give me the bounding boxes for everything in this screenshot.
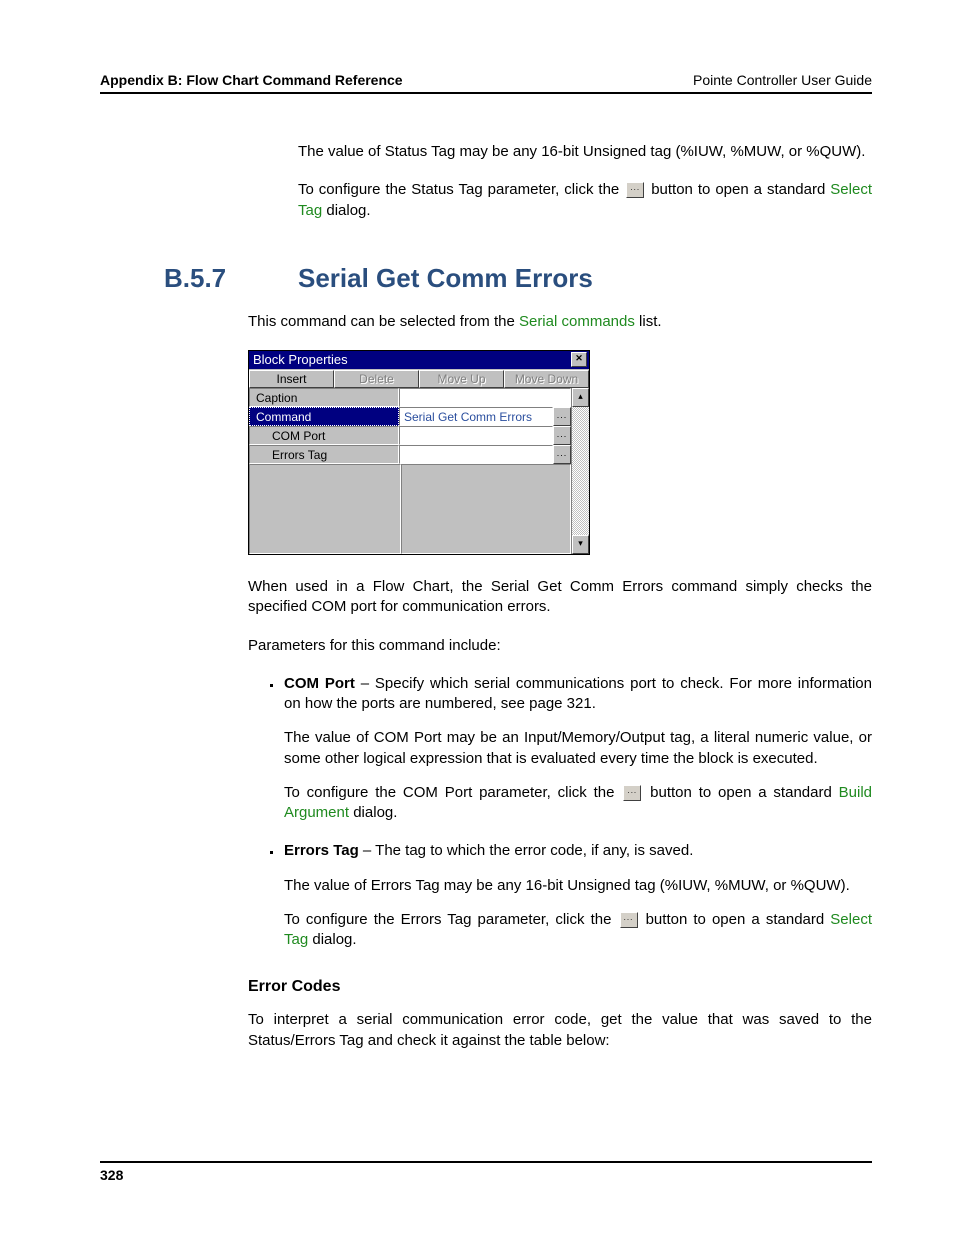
empty-right: [401, 464, 571, 554]
dialog-titlebar: Block Properties ✕: [249, 351, 589, 369]
scroll-up-button[interactable]: ▴: [572, 388, 589, 407]
errorstag-sub2: To configure the Errors Tag parameter, c…: [284, 910, 872, 951]
intro-para-1: The value of Status Tag may be any 16-bi…: [298, 142, 872, 162]
page-number: 328: [100, 1167, 123, 1183]
command-value[interactable]: Serial Get Comm Errors: [399, 407, 553, 426]
block-properties-dialog: Block Properties ✕ Insert Delete Move Up…: [248, 350, 590, 555]
error-codes-para: To interpret a serial communication erro…: [248, 1010, 872, 1051]
errorstag-sub1: The value of Errors Tag may be any 16-bi…: [284, 876, 872, 896]
parameters-intro: Parameters for this command include:: [248, 636, 872, 656]
intro-para-2: To configure the Status Tag parameter, c…: [298, 180, 872, 221]
header-left: Appendix B: Flow Chart Command Reference: [100, 72, 403, 88]
page-footer: 328: [100, 1161, 872, 1183]
comport-value[interactable]: [399, 426, 553, 445]
ellipsis-button-icon: ...: [626, 182, 644, 198]
scroll-down-button[interactable]: ▾: [572, 535, 589, 554]
errorstag-browse-button[interactable]: ...: [553, 445, 571, 464]
comport-label[interactable]: COM Port: [249, 426, 399, 445]
errorstag-label[interactable]: Errors Tag: [249, 445, 399, 464]
header-right: Pointe Controller User Guide: [693, 72, 872, 88]
command-browse-button[interactable]: ...: [553, 407, 571, 426]
close-button[interactable]: ✕: [571, 352, 587, 367]
move-down-tab[interactable]: Move Down: [504, 370, 589, 388]
empty-left: [249, 464, 401, 554]
comport-sub1: The value of COM Port may be an Input/Me…: [284, 728, 872, 769]
scroll-track[interactable]: [572, 407, 589, 535]
ellipsis-button-icon: ...: [620, 912, 638, 928]
move-up-tab[interactable]: Move Up: [419, 370, 504, 388]
description-para: When used in a Flow Chart, the Serial Ge…: [248, 577, 872, 618]
comport-browse-button[interactable]: ...: [553, 426, 571, 445]
param-com-port: COM Port – Specify which serial communic…: [282, 674, 872, 824]
section-number: B.5.7: [164, 263, 298, 294]
command-source-para: This command can be selected from the Se…: [248, 312, 872, 332]
dialog-title: Block Properties: [253, 352, 348, 367]
serial-commands-link[interactable]: Serial commands: [519, 313, 635, 330]
scrollbar[interactable]: ▴ ▾: [571, 388, 589, 554]
error-codes-heading: Error Codes: [248, 978, 872, 996]
errorstag-value[interactable]: [399, 445, 553, 464]
insert-tab[interactable]: Insert: [249, 370, 334, 388]
delete-tab[interactable]: Delete: [334, 370, 419, 388]
param-errors-tag: Errors Tag – The tag to which the error …: [282, 841, 872, 950]
comport-sub2: To configure the COM Port parameter, cli…: [284, 783, 872, 824]
caption-label[interactable]: Caption: [249, 388, 399, 407]
ellipsis-button-icon: ...: [623, 785, 641, 801]
command-label[interactable]: Command: [249, 407, 399, 426]
page-header: Appendix B: Flow Chart Command Reference…: [100, 72, 872, 94]
caption-value[interactable]: [399, 388, 571, 407]
section-title: Serial Get Comm Errors: [298, 263, 593, 294]
